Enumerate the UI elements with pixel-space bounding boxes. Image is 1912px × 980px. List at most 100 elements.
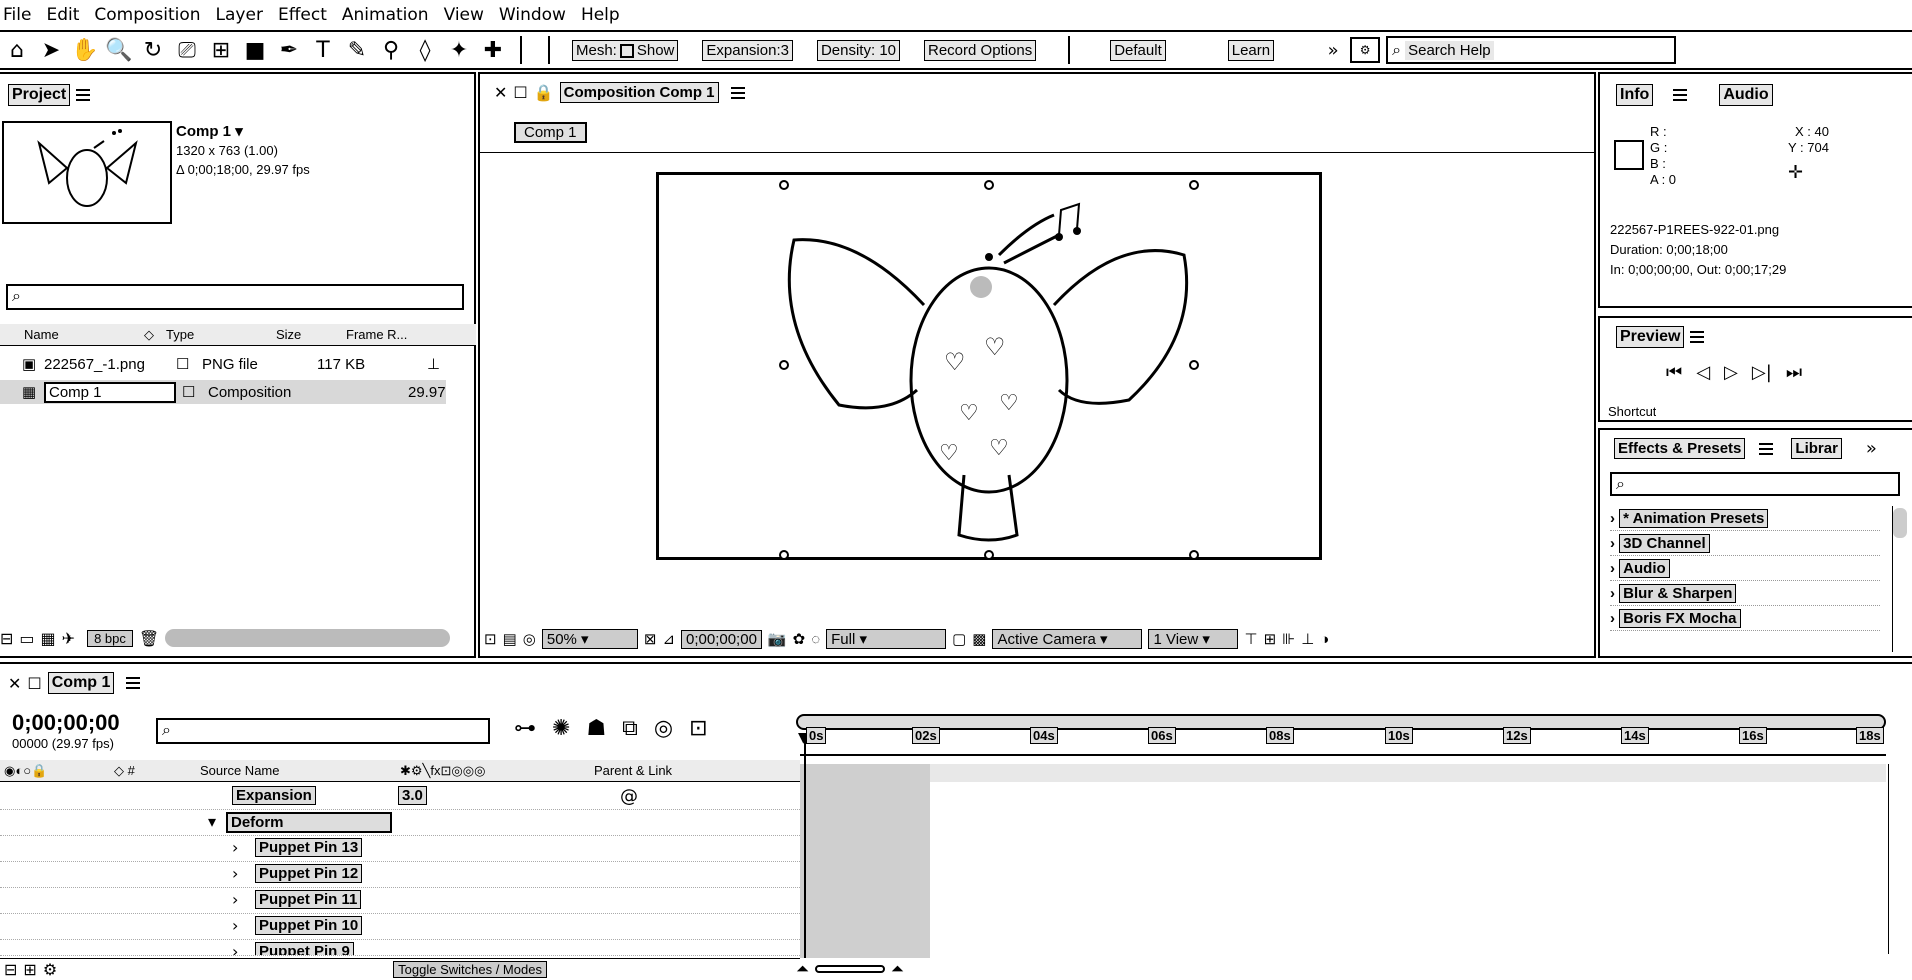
transform-handle[interactable] [1189,360,1199,370]
last-frame-icon[interactable]: ⏭ [1786,362,1802,383]
layer-row-pin[interactable]: › Puppet Pin 10 [0,916,800,940]
work-area-bar[interactable] [796,714,1886,730]
trash-icon[interactable]: 🗑 [139,629,159,648]
camera-select[interactable]: Active Camera ▾ [992,629,1143,649]
clone-stamp-tool-icon[interactable]: ⚲ [374,33,408,67]
workspace-settings-icon[interactable]: ⚙ [1350,37,1381,63]
chevron-down-icon[interactable]: ▾ [208,812,216,831]
zoom-out-icon[interactable]: ⏶ [796,959,809,979]
frame-blending-icon[interactable]: ⧉ [622,716,638,741]
tab-audio[interactable]: Audio [1719,84,1773,106]
selection-tool-icon[interactable]: ➤ [34,33,68,67]
resolution-select[interactable]: Full ▾ [826,629,947,649]
render-icon[interactable]: ✈ [62,629,75,648]
layer-row-pin[interactable]: › Puppet Pin 13 [0,838,800,862]
timeline-search-input[interactable]: ⌕ [156,718,490,744]
transfer-controls-icon[interactable]: ⊞ [23,960,36,979]
timeline-scrollbar[interactable] [1888,764,1910,954]
project-item-name[interactable]: Comp 1 [44,381,176,403]
layer-duration-bar[interactable] [800,764,930,958]
home-icon[interactable]: ⌂ [0,33,34,67]
label-color-swatch[interactable]: ☐ [176,355,202,373]
new-folder-icon[interactable]: ▭ [19,629,34,648]
menu-effect[interactable]: Effect [278,5,327,25]
density-control[interactable]: Density: 10 [816,39,900,61]
expansion-control[interactable]: Expansion:3 [702,39,793,61]
puppet-pin-tool-icon[interactable]: ✚ [476,33,510,67]
record-options-button[interactable]: Record Options [924,39,1037,61]
current-time-display[interactable]: 0;00;00;00 [12,710,120,736]
bpc-button[interactable]: 8 bpc [87,629,133,647]
camera-tool-icon[interactable]: ⎚ [170,33,204,67]
transform-handle[interactable] [779,550,789,560]
panel-menu-icon[interactable] [126,677,141,689]
color-icon[interactable]: ◌ [811,631,820,648]
flowchart-icon[interactable]: ⊥ [1301,630,1314,648]
lock-toggle-icon[interactable]: ☐ [27,674,41,693]
tab-info[interactable]: Info [1616,84,1654,106]
exposure-icon[interactable]: ◑ [1320,631,1329,648]
snapshot-icon[interactable]: 📷 [768,630,787,648]
transform-handle[interactable] [779,360,789,370]
transform-handle[interactable] [779,180,789,190]
preview-tab[interactable]: Preview [1616,326,1705,348]
effects-category[interactable]: › Blur & Sharpen [1610,581,1880,606]
show-channel-icon[interactable]: ✿ [793,630,806,648]
tab-libraries[interactable]: Librar [1791,438,1842,459]
panel-menu-icon[interactable] [1690,330,1705,343]
col-size[interactable]: Size [276,327,346,342]
comp-canvas[interactable]: ♡ ♡ ♡ ♡ ♡ ♡ [656,172,1322,560]
menu-view[interactable]: View [444,5,484,25]
effects-category[interactable]: › Audio [1610,556,1880,581]
effects-category[interactable]: › 3D Channel [1610,531,1880,556]
transform-handle[interactable] [984,180,994,190]
timeline-zoom-slider[interactable] [814,965,885,973]
more-workspaces-icon[interactable]: » [1316,33,1350,67]
menu-help[interactable]: Help [581,5,620,25]
chevron-right-icon[interactable]: › [232,916,238,935]
next-frame-icon[interactable]: ▷| [1752,362,1772,383]
toggle-pixel-icon[interactable]: ⊤ [1244,630,1257,648]
grid-icon[interactable]: ▤ [503,630,517,648]
first-frame-icon[interactable]: ⏮ [1666,362,1682,383]
transform-handle[interactable] [1189,550,1199,560]
render-time-icon[interactable]: ⚙ [43,960,57,979]
always-preview-icon[interactable]: ⊡ [484,630,497,648]
effects-search-input[interactable]: ⌕ [1610,472,1900,496]
shy-icon[interactable]: ☗ [586,716,606,741]
current-time-indicator[interactable] [804,736,806,958]
roi-icon[interactable]: ▢ [952,630,966,648]
chevron-right-icon[interactable]: › [232,890,238,909]
transparency-grid-icon[interactable]: ▩ [972,630,986,648]
panel-menu-icon[interactable] [76,88,91,101]
layer-row-pin[interactable]: › Puppet Pin 11 [0,890,800,914]
fast-preview-icon[interactable]: ⊞ [1264,630,1277,648]
composition-tab[interactable]: ✕ ☐ 🔒 Composition Comp 1 [494,82,745,103]
comp-flowchart-icon[interactable]: ⊶ [514,716,536,741]
motion-blur-icon[interactable]: ◎ [654,716,673,741]
chevron-right-icon[interactable]: › [232,942,238,955]
viewer-timecode[interactable]: 0;00;00;00 [681,629,762,649]
col-source-name[interactable]: Source Name [200,763,400,778]
lock-icon[interactable]: 🔒 [534,83,554,102]
transform-handle[interactable] [1189,180,1199,190]
panel-menu-icon[interactable] [1759,442,1774,455]
label-color-swatch[interactable]: ☐ [182,383,208,401]
zoom-tool-icon[interactable]: 🔍 [102,33,136,67]
chevron-right-icon[interactable]: › [232,838,238,857]
layer-row-pin[interactable]: › Puppet Pin 9 [0,942,800,956]
project-panel-tab[interactable]: Project [8,84,91,106]
play-icon[interactable]: ▷ [1724,362,1738,383]
toggle-switches-modes-button[interactable]: Toggle Switches / Modes [393,961,547,978]
timeline-tab[interactable]: ✕ ☐ Comp 1 [8,672,141,694]
new-comp-icon[interactable]: ▦ [41,629,56,648]
col-framerate[interactable]: Frame R... [346,327,407,342]
zoom-select[interactable]: 50% ▾ [541,629,638,649]
effects-scrollbar[interactable] [1892,506,1908,652]
roto-brush-tool-icon[interactable]: ✦ [442,33,476,67]
timeline-icon[interactable]: ⊪ [1282,630,1295,648]
expansion-property-value[interactable]: 3.0 [398,786,427,805]
layer-row-pin[interactable]: › Puppet Pin 12 [0,864,800,888]
col-name[interactable]: Name [24,327,144,342]
layer-row-expansion[interactable]: Expansion 3.0 @ [0,786,800,810]
